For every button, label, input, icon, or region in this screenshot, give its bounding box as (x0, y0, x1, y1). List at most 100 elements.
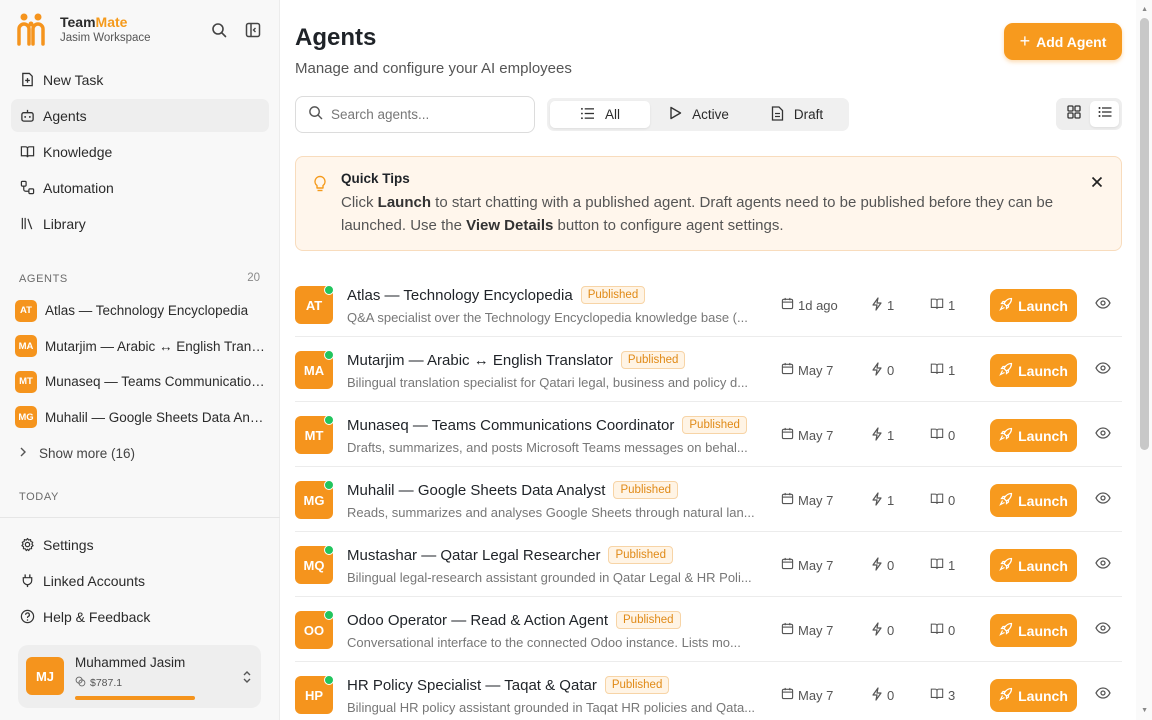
online-indicator (324, 545, 334, 555)
grid-view-button[interactable] (1059, 101, 1088, 127)
launch-button[interactable]: Launch (990, 484, 1077, 517)
filter-label: All (604, 107, 620, 122)
view-toggle (1056, 98, 1122, 130)
launch-button[interactable]: Launch (990, 549, 1077, 582)
agent-name[interactable]: Munaseq — Teams Communications Coordinat… (347, 417, 674, 434)
brand[interactable]: TeamMate Jasim Workspace (16, 12, 151, 46)
plus-icon: + (1019, 31, 1031, 51)
agent-name[interactable]: Mutarjim — Arabic ↔ English Translator (347, 352, 613, 369)
nav-automation[interactable]: Automation (11, 171, 269, 204)
sidebar-agent-item[interactable]: AT Atlas — Technology Encyclopedia (15, 293, 269, 329)
close-icon[interactable] (1091, 175, 1103, 193)
filter-tab-all[interactable]: All (550, 101, 650, 128)
user-name: Muhammed Jasim (75, 655, 186, 670)
calendar-icon (781, 362, 794, 378)
scroll-down-icon[interactable]: ▼ (1141, 707, 1148, 714)
view-details-icon[interactable] (1095, 296, 1111, 314)
sidebar-agent-item[interactable]: MT Munaseq — Teams Communications Coordi… (15, 364, 269, 400)
avatar: MT (15, 370, 37, 393)
search-icon[interactable] (209, 20, 229, 40)
filter-tab-active[interactable]: Active (650, 101, 748, 128)
nav-linked-accounts[interactable]: Linked Accounts (11, 564, 269, 597)
workspace-name: Jasim Workspace (60, 32, 151, 44)
search-input[interactable] (331, 107, 511, 122)
launch-button[interactable]: Launch (990, 679, 1077, 712)
quick-tips-banner: Quick Tips Click Launch to start chattin… (295, 156, 1122, 251)
list-icon (1098, 105, 1112, 123)
scroll-thumb[interactable] (1140, 18, 1149, 450)
status-badge: Published (682, 416, 747, 434)
tips-body: Click Launch to start chatting with a pu… (341, 194, 1054, 234)
view-details-icon[interactable] (1095, 491, 1111, 509)
launch-button[interactable]: Launch (990, 614, 1077, 647)
agent-row[interactable]: HP HR Policy Specialist — Taqat & Qatar Pu… (295, 662, 1122, 720)
sidebar-agent-item[interactable]: MA Mutarjim — Arabic ↔ English Translato… (15, 329, 269, 365)
agent-knowledge-count: 0 (930, 622, 955, 638)
agent-automations: 0 (871, 622, 894, 639)
launch-button[interactable]: Launch (990, 289, 1077, 322)
agent-description: Q&A specialist over the Technology Encyc… (347, 310, 748, 325)
agents-section-title: AGENTS (19, 273, 68, 285)
rocket-icon (999, 297, 1013, 314)
nav-library[interactable]: Library (11, 207, 269, 240)
show-more-button[interactable]: Show more (16) (15, 435, 269, 471)
agent-updated: May 7 (781, 687, 833, 703)
launch-button[interactable]: Launch (990, 354, 1077, 387)
search-box[interactable] (295, 96, 535, 133)
bolt-icon (871, 687, 883, 704)
nav-agents[interactable]: Agents (11, 99, 269, 132)
agent-row[interactable]: MG Muhalil — Google Sheets Data Analyst Pu… (295, 467, 1122, 532)
list-icon (580, 107, 595, 123)
nav-settings[interactable]: Settings (11, 528, 269, 561)
view-details-icon[interactable] (1095, 621, 1111, 639)
agent-knowledge-count: 1 (930, 297, 955, 313)
launch-button[interactable]: Launch (990, 419, 1077, 452)
nav-label: Agents (43, 107, 87, 124)
status-badge: Published (620, 351, 686, 369)
scroll-up-icon[interactable]: ▲ (1141, 6, 1148, 13)
agent-name[interactable]: Muhalil — Google Sheets Data Analyst (347, 482, 605, 499)
add-agent-button[interactable]: + Add Agent (1004, 23, 1122, 60)
calendar-icon (781, 297, 794, 313)
sidebar-agent-item[interactable]: MG Muhalil — Google Sheets Data Analyst (15, 400, 269, 436)
view-details-icon[interactable] (1095, 556, 1111, 574)
bottom-nav: Settings Linked Accounts Help & Feedback (11, 528, 269, 636)
nav-label: Automation (43, 179, 114, 196)
sidebar-toggle-icon[interactable] (243, 20, 263, 40)
nav-label: Settings (43, 536, 94, 553)
agent-row[interactable]: OO Odoo Operator — Read & Action Agent Pub… (295, 597, 1122, 662)
view-details-icon[interactable] (1095, 426, 1111, 444)
view-details-icon[interactable] (1095, 361, 1111, 379)
agent-name[interactable]: Atlas — Technology Encyclopedia (347, 287, 573, 304)
book-icon (930, 557, 944, 573)
user-card[interactable]: MJ Muhammed Jasim $787.1 (18, 645, 261, 708)
nav-label: Linked Accounts (43, 572, 145, 589)
agent-knowledge-count: 0 (930, 492, 955, 508)
agent-updated: May 7 (781, 427, 833, 443)
agent-row[interactable]: AT Atlas — Technology Encyclopedia Publish… (295, 272, 1122, 337)
agent-row[interactable]: MQ Mustashar — Qatar Legal Researcher Publ… (295, 532, 1122, 597)
workflow-icon (19, 180, 35, 196)
sidebar-agent-name: Atlas — Technology Encyclopedia (45, 303, 249, 319)
search-icon (308, 105, 323, 125)
agent-name[interactable]: HR Policy Specialist — Taqat & Qatar (347, 677, 597, 694)
chevron-up-down-icon[interactable] (241, 669, 253, 690)
nav-knowledge[interactable]: Knowledge (11, 135, 269, 168)
agent-name[interactable]: Mustashar — Qatar Legal Researcher (347, 547, 600, 564)
status-badge: Published (616, 611, 681, 629)
agent-name[interactable]: Odoo Operator — Read & Action Agent (347, 612, 608, 629)
rocket-icon (999, 492, 1013, 509)
agent-row[interactable]: MT Munaseq — Teams Communications Coordin… (295, 402, 1122, 467)
nav-help-feedback[interactable]: Help & Feedback (11, 600, 269, 633)
scrollbar[interactable]: ▲ ▼ (1136, 0, 1152, 720)
agent-row[interactable]: MA Mutarjim — Arabic ↔ English Translator… (295, 337, 1122, 402)
new-task-icon (19, 72, 35, 88)
calendar-icon (781, 492, 794, 508)
filter-tab-draft[interactable]: Draft (748, 101, 846, 128)
avatar: AT (15, 299, 37, 322)
tips-title: Quick Tips (341, 171, 410, 186)
lightbulb-icon (313, 175, 327, 198)
nav-new-task[interactable]: New Task (11, 63, 269, 96)
view-details-icon[interactable] (1095, 686, 1111, 704)
list-view-button[interactable] (1090, 101, 1119, 127)
